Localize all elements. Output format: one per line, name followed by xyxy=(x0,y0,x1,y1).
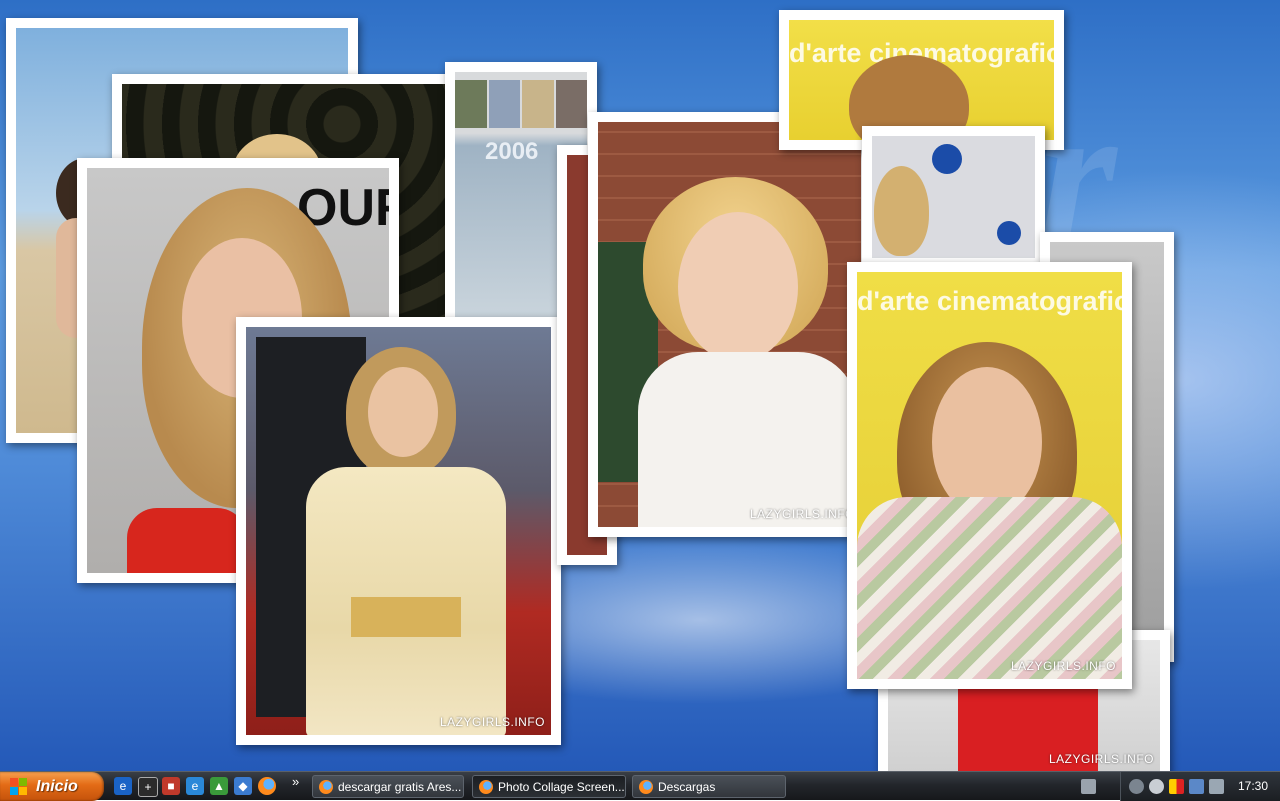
photo-warner-zune xyxy=(862,126,1045,268)
photo-festival-front: d'arte cinematografic LAZYGIRLS.INFO xyxy=(847,262,1132,689)
firefox-quicklaunch-icon[interactable] xyxy=(258,777,276,795)
display-tray-icon[interactable] xyxy=(1209,779,1224,794)
year-label: 2006 xyxy=(485,138,539,165)
photo-caption: LAZYGIRLS.INFO xyxy=(1010,659,1116,673)
photo-caption: LAZYGIRLS.INFO xyxy=(749,507,855,521)
task-button-descargas[interactable]: Descargas xyxy=(632,775,786,798)
windows-flag-icon xyxy=(10,777,28,796)
task-label: Descargas xyxy=(658,779,716,794)
monitor-tray-icon[interactable] xyxy=(1189,779,1204,794)
festival-banner: d'arte cinematografic xyxy=(857,286,1122,316)
photo-pearls: LAZYGIRLS.INFO xyxy=(588,112,871,537)
desktop: er 2006 OUR xyxy=(0,0,1280,771)
start-label: Inicio xyxy=(36,777,78,795)
cloud-tray-icon[interactable] xyxy=(1149,779,1164,794)
ie-quicklaunch-icon[interactable]: e xyxy=(114,777,132,795)
keyboard-tray-icon[interactable] xyxy=(1081,779,1096,794)
photo-caption: LAZYGIRLS.INFO xyxy=(439,715,545,729)
photo-red-carpet: LAZYGIRLS.INFO xyxy=(236,317,561,745)
media-quicklaunch-icon[interactable]: ■ xyxy=(162,777,180,795)
clock[interactable]: 17:30 xyxy=(1238,779,1268,793)
firefox-icon xyxy=(639,779,653,794)
firefox-icon xyxy=(319,779,333,794)
green-app-quicklaunch-icon[interactable]: ▲ xyxy=(210,777,228,795)
task-label: descargar gratis Ares... xyxy=(338,779,462,794)
zonealarm-tray-icon[interactable] xyxy=(1169,779,1184,794)
firefox-icon xyxy=(479,779,493,794)
task-button-ares[interactable]: descargar gratis Ares... xyxy=(312,775,464,798)
system-tray: 17:30 xyxy=(1081,772,1280,801)
blue-app-quicklaunch-icon[interactable]: ◆ xyxy=(234,777,252,795)
network-tray-icon[interactable] xyxy=(1129,779,1144,794)
browser-quicklaunch-icon[interactable]: e xyxy=(186,777,204,795)
taskbar: Inicio e + ■ e ▲ ◆ » descargar gratis Ar… xyxy=(0,771,1280,801)
photo-caption: LAZYGIRLS.INFO xyxy=(1048,752,1154,766)
task-label: Photo Collage Screen... xyxy=(498,779,625,794)
crosshair-quicklaunch-icon[interactable]: + xyxy=(138,777,158,797)
task-button-photo-collage[interactable]: Photo Collage Screen... xyxy=(472,775,626,798)
start-button[interactable]: Inicio xyxy=(0,772,104,801)
quicklaunch-overflow[interactable]: » xyxy=(292,774,299,789)
